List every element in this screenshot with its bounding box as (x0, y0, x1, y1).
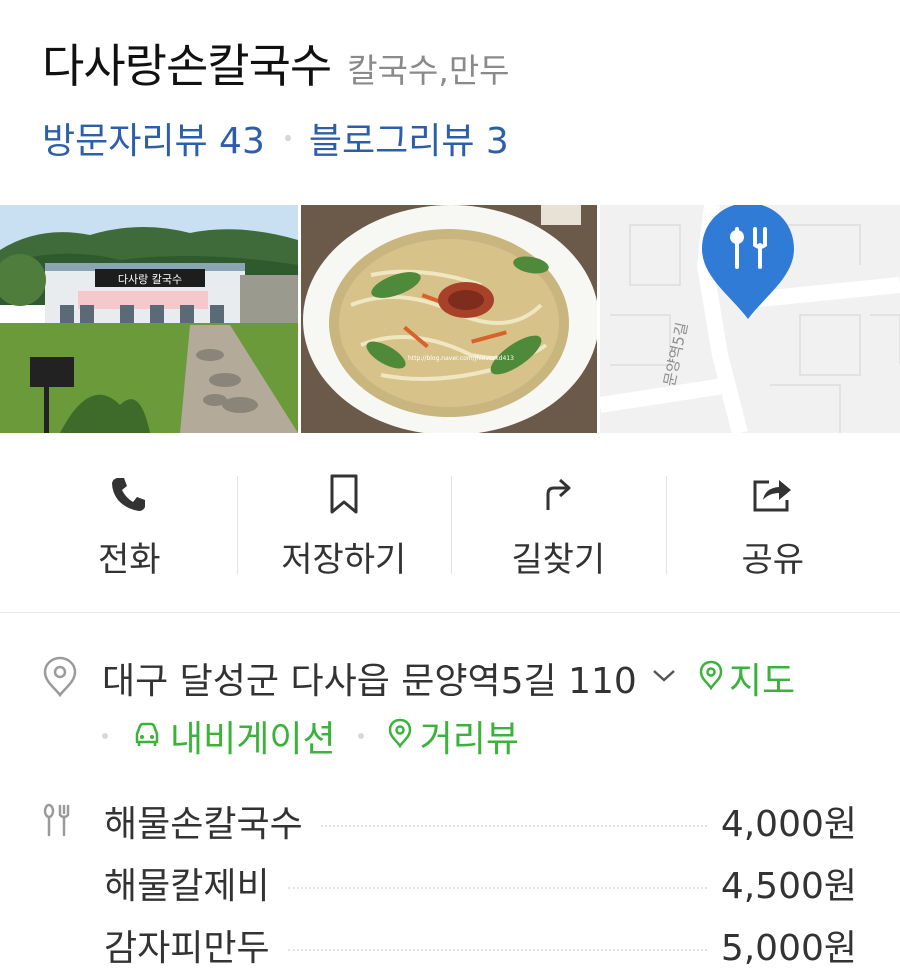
storefront-photo[interactable]: 다사랑 칼국수 (0, 205, 298, 433)
dotted-leader (287, 887, 707, 889)
photo-watermark: http://blog.naver.com/jhloverkd413 (408, 355, 514, 362)
storefront-sign-text: 다사랑 칼국수 (118, 273, 182, 286)
streetview-link[interactable]: 거리뷰 (380, 710, 519, 762)
dotted-leader (287, 949, 707, 951)
directions-button[interactable]: 길찾기 (451, 460, 666, 590)
dotted-leader (320, 825, 707, 827)
directions-label: 길찾기 (511, 539, 606, 580)
car-icon (132, 716, 162, 757)
menu-item-price: 4,500원 (720, 866, 857, 907)
save-button[interactable]: 저장하기 (236, 460, 452, 590)
menu-item-name: 해물손칼국수 (104, 804, 303, 845)
place-category: 칼국수,만두 (347, 51, 510, 90)
address-text: 대구 달성군 다사읍 문양역5길 110 (102, 661, 637, 702)
menu-item-price: 5,000원 (720, 928, 857, 969)
save-label: 저장하기 (281, 539, 407, 580)
separator-dot (102, 733, 108, 739)
location-pin-icon (42, 655, 78, 701)
action-bar: 전화 저장하기 길찾기 공유 (22, 460, 880, 590)
map-pin-small-icon (699, 658, 723, 699)
place-header: 다사랑손칼국수 칼국수,만두 (42, 30, 510, 96)
divider (0, 612, 900, 613)
chevron-down-icon[interactable] (651, 667, 677, 689)
share-icon (751, 470, 795, 518)
navigation-link-label: 내비게이션 (170, 719, 336, 760)
place-name: 다사랑손칼국수 (42, 39, 332, 93)
fork-knife-icon (42, 803, 80, 839)
separator-dot (357, 733, 364, 739)
menu-item-name: 해물칼제비 (104, 866, 270, 907)
streetview-link-label: 거리뷰 (419, 719, 519, 760)
map-thumbnail[interactable]: 문양역5길 (600, 205, 900, 433)
menu-item: 해물손칼국수 4,000원 (42, 790, 857, 852)
menu-item: 해물칼제비 4,500원 (42, 852, 857, 914)
streetview-pin-icon (388, 716, 412, 757)
menu-item-price: 4,000원 (720, 804, 857, 845)
review-links: 방문자리뷰 43 블로그리뷰 3 (42, 112, 509, 164)
separator-dot (284, 135, 291, 141)
call-label: 전화 (97, 539, 161, 580)
share-label: 공유 (741, 539, 805, 580)
menu-section: 해물손칼국수 4,000원 해물칼제비 4,500원 감자피만두 5,000원 (42, 790, 857, 976)
map-link[interactable]: 지도 (693, 652, 795, 704)
menu-item-name: 감자피만두 (104, 928, 270, 969)
bookmark-icon (327, 470, 361, 518)
phone-icon (109, 470, 149, 518)
directions-icon (538, 470, 578, 518)
menu-item: 감자피만두 5,000원 (42, 914, 857, 976)
blog-review-link[interactable]: 블로그리뷰 3 (309, 112, 509, 164)
noodle-photo[interactable]: http://blog.naver.com/jhloverkd413 (300, 205, 598, 433)
map-link-label: 지도 (728, 661, 796, 702)
call-button[interactable]: 전화 (22, 460, 237, 590)
share-button[interactable]: 공유 (665, 460, 881, 590)
visitor-review-link[interactable]: 방문자리뷰 43 (42, 112, 265, 164)
photo-strip: 다사랑 칼국수 http://blog.naver.com/jhloverkd4… (0, 205, 900, 433)
navigation-link[interactable]: 내비게이션 (124, 710, 336, 762)
address-section: 대구 달성군 다사읍 문양역5길 110 지도 내비게이션 거리뷰 (42, 650, 882, 764)
